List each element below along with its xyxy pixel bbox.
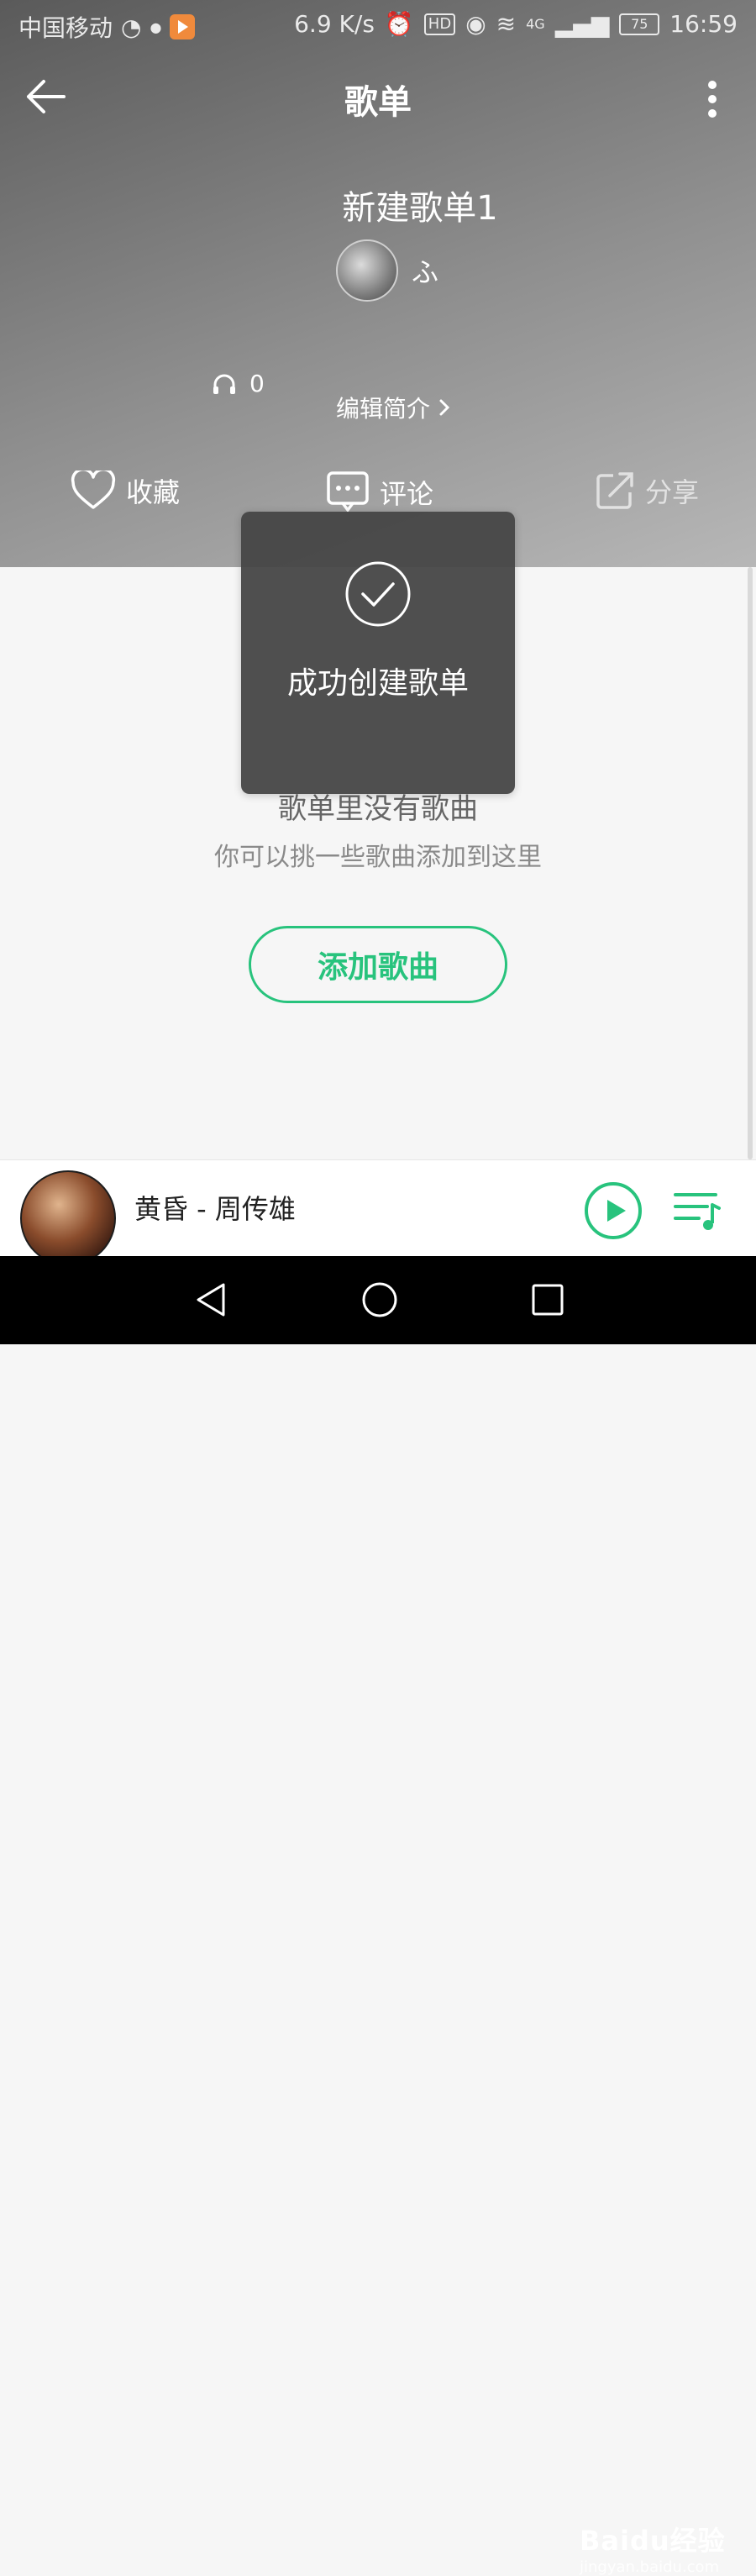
- notification-dot-icon: ●: [150, 18, 162, 35]
- toast-message: 成功创建歌单: [286, 666, 469, 701]
- location-icon: ◔: [121, 13, 142, 41]
- baidu-watermark: Baidu经验 jingyan.baidu.com: [580, 2520, 726, 2576]
- hd-badge: HD: [423, 13, 456, 35]
- status-bar: 中国移动 ◔ ● 6.9 K/s ⏰ HD ◉ ≋ 4G ▂▄▆ 75 16:5…: [0, 0, 756, 50]
- network-type: 4G: [526, 16, 545, 32]
- nav-back-icon[interactable]: [192, 1280, 232, 1320]
- play-icon: [585, 1182, 642, 1239]
- mini-player[interactable]: 黄昏 - 周传雄: [0, 1159, 756, 1266]
- listen-count: 0: [213, 370, 265, 397]
- owner-name[interactable]: ふ: [412, 251, 438, 290]
- success-toast: 成功创建歌单: [241, 512, 515, 794]
- wifi-icon: ≋: [496, 10, 517, 38]
- signal-icon: ▂▄▆: [554, 10, 610, 38]
- playlist-owner[interactable]: ふ: [336, 239, 438, 302]
- edit-intro-label: 编辑简介: [336, 395, 431, 423]
- favorite-label: 收藏: [126, 476, 181, 508]
- network-speed: 6.9 K/s: [294, 10, 375, 38]
- playlist-queue-button[interactable]: [674, 1190, 721, 1232]
- battery-indicator: 75: [619, 13, 660, 35]
- play-button[interactable]: [584, 1181, 643, 1240]
- now-playing-song[interactable]: 黄昏 - 周传雄: [134, 1188, 296, 1227]
- comment-label: 评论: [380, 478, 434, 510]
- more-button[interactable]: [702, 78, 722, 120]
- empty-state-subtitle: 你可以挑一些歌曲添加到这里: [214, 843, 542, 872]
- comment-button[interactable]: 评论: [326, 471, 433, 514]
- nav-recent-apps-icon[interactable]: [528, 1280, 568, 1320]
- chevron-right-icon: [439, 399, 450, 416]
- comment-icon: [327, 471, 369, 513]
- check-circle-icon: [345, 561, 411, 627]
- avatar[interactable]: [336, 239, 398, 302]
- carrier-label: 中国移动: [18, 14, 113, 42]
- favorite-button[interactable]: 收藏: [71, 471, 180, 511]
- headphones-icon: [213, 374, 235, 394]
- nav-home-icon[interactable]: [360, 1280, 400, 1320]
- watermark-brand: Baidu经验: [580, 2525, 726, 2557]
- eye-icon: ◉: [465, 10, 486, 38]
- page-title: 歌单: [344, 83, 412, 122]
- add-song-button[interactable]: 添加歌曲: [249, 926, 507, 1003]
- app-badge-icon: [170, 14, 196, 39]
- top-nav: 歌单: [0, 63, 756, 130]
- album-cover[interactable]: [20, 1170, 116, 1266]
- more-vertical-icon: [708, 81, 717, 118]
- edit-intro-link[interactable]: 编辑简介: [336, 391, 450, 424]
- share-label: 分享: [645, 476, 700, 508]
- playlist-icon: [674, 1193, 721, 1230]
- playlist-title: 新建歌单1: [342, 189, 498, 228]
- clock: 16:59: [669, 10, 738, 38]
- heart-icon: [71, 471, 116, 509]
- watermark-url: jingyan.baidu.com: [580, 2558, 720, 2576]
- listen-count-value: 0: [249, 370, 265, 397]
- share-button[interactable]: 分享: [595, 471, 699, 511]
- system-navigation-bar: Baidu经验 jingyan.baidu.com: [0, 1256, 756, 2576]
- share-icon: [596, 472, 633, 509]
- alarm-icon: ⏰: [384, 10, 414, 38]
